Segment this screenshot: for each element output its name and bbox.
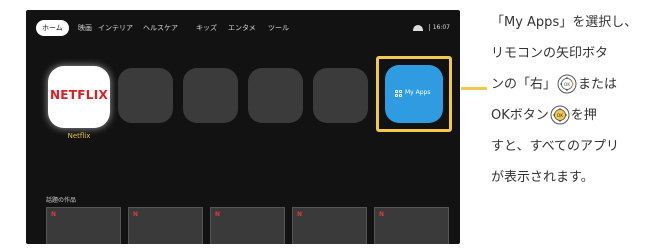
instruction-line: リモコンの矢印ボタ	[491, 46, 609, 61]
instruction-line: 「My Apps」を選択し、	[491, 15, 638, 30]
tab-healthcare[interactable]: ヘルスケア	[143, 20, 178, 36]
my-apps-tile[interactable]: My Apps	[385, 65, 443, 123]
grid-icon	[395, 90, 403, 98]
top-navigation: ホーム 映画 インテリア ヘルスケア キッズ エンタメ ツール 16:07	[36, 20, 450, 36]
svg-text:OK: OK	[564, 82, 572, 88]
app-tile-3[interactable]	[183, 68, 238, 123]
tab-tools[interactable]: ツール	[268, 20, 289, 36]
netflix-n-icon: N	[215, 211, 221, 218]
app-tile-2[interactable]	[118, 68, 173, 123]
remote-ok-button-icon: OK	[550, 105, 570, 124]
netflix-n-icon: N	[379, 211, 385, 218]
app-tile-4[interactable]	[248, 68, 303, 123]
content-card[interactable]: N	[210, 207, 285, 244]
netflix-logo: NETFLIX	[49, 88, 109, 102]
netflix-n-icon: N	[133, 211, 139, 218]
instruction-text: 「My Apps」を選択し、 リモコンの矢印ボタ ンの「右」 OK または OK…	[491, 7, 659, 193]
clock: 16:07	[432, 24, 450, 31]
netflix-app-tile[interactable]: NETFLIX	[48, 66, 110, 128]
instruction-line: ンの「右」 OK または	[491, 69, 659, 100]
netflix-app-label: Netflix	[67, 132, 91, 140]
callout-line	[461, 87, 487, 90]
tv-screen: ホーム 映画 インテリア ヘルスケア キッズ エンタメ ツール 16:07 NE…	[26, 10, 460, 244]
instruction-line: が表示されます。	[491, 170, 594, 185]
tab-movies[interactable]: 映画	[78, 20, 92, 36]
divider	[428, 24, 430, 31]
content-card[interactable]: N	[374, 207, 449, 244]
my-apps-label: My Apps	[405, 89, 431, 96]
tab-entertainment[interactable]: エンタメ	[228, 20, 256, 36]
content-card[interactable]: N	[128, 207, 203, 244]
my-apps-highlight[interactable]: My Apps	[376, 56, 452, 132]
remote-right-button-icon: OK	[557, 74, 577, 93]
instruction-line: すと、すべてのアプリ	[491, 139, 620, 154]
netflix-n-icon: N	[51, 211, 57, 218]
app-tile-5[interactable]	[313, 68, 368, 123]
tab-home[interactable]: ホーム	[36, 20, 69, 36]
tab-interior[interactable]: インテリア	[98, 20, 133, 36]
status-area: 16:07	[412, 20, 450, 36]
tab-kids[interactable]: キッズ	[196, 20, 217, 36]
netflix-n-icon: N	[297, 211, 303, 218]
svg-text:OK: OK	[557, 113, 565, 119]
content-card[interactable]: N	[46, 207, 121, 244]
wifi-icon	[412, 24, 423, 31]
instruction-line: OKボタン OK を押	[491, 100, 659, 131]
content-card[interactable]: N	[292, 207, 367, 244]
section-title: 話題の作品	[46, 197, 77, 204]
